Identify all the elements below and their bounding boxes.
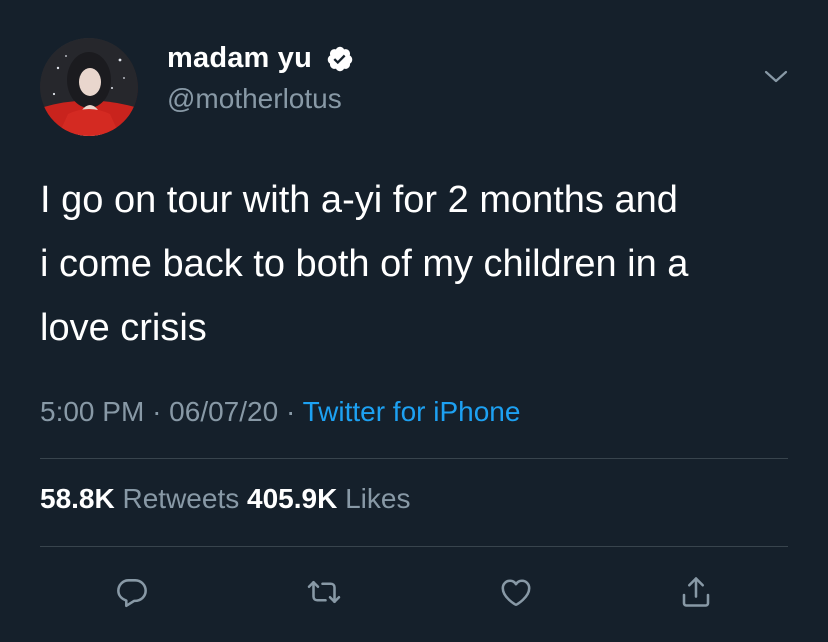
avatar[interactable] xyxy=(40,38,138,136)
retweet-icon xyxy=(307,580,341,604)
tweet-text-line: love crisis xyxy=(40,307,207,349)
likes-stat[interactable]: 405.9K Likes xyxy=(247,483,410,514)
likes-count: 405.9K xyxy=(247,483,338,514)
tweet-card: madam yu @motherlotus I go on tour with … xyxy=(0,0,828,642)
share-button[interactable] xyxy=(676,572,716,612)
tweet-date[interactable]: 06/07/20 xyxy=(169,396,278,427)
reply-icon xyxy=(117,579,147,608)
tweet-text-line: i come back to both of my children in a xyxy=(40,243,689,285)
tweet-meta: 5:00 PM · 06/07/20 · Twitter for iPhone xyxy=(40,396,520,428)
user-handle[interactable]: @motherlotus xyxy=(167,83,342,115)
retweets-stat[interactable]: 58.8K Retweets xyxy=(40,483,239,514)
divider xyxy=(40,546,788,547)
tweet-stats: 58.8K Retweets 405.9K Likes xyxy=(40,483,410,515)
chevron-down-icon[interactable] xyxy=(762,66,790,88)
tweet-text: I go on tour with a-yi for 2 months and … xyxy=(40,168,800,360)
retweets-label: Retweets xyxy=(122,483,240,514)
display-name[interactable]: madam yu xyxy=(167,42,312,75)
meta-separator: · xyxy=(285,396,296,427)
tweet-text-line: I go on tour with a-yi for 2 months and xyxy=(40,179,678,221)
share-icon xyxy=(682,577,710,607)
retweets-count: 58.8K xyxy=(40,483,115,514)
divider xyxy=(40,458,788,459)
like-button[interactable] xyxy=(496,572,536,612)
reply-button[interactable] xyxy=(112,572,152,612)
meta-separator: · xyxy=(152,396,162,427)
likes-label: Likes xyxy=(345,483,411,514)
retweet-button[interactable] xyxy=(304,572,344,612)
tweet-source-link[interactable]: Twitter for iPhone xyxy=(303,396,521,427)
verified-badge-icon xyxy=(327,46,353,72)
tweet-time[interactable]: 5:00 PM xyxy=(40,396,144,427)
like-icon xyxy=(501,579,531,607)
